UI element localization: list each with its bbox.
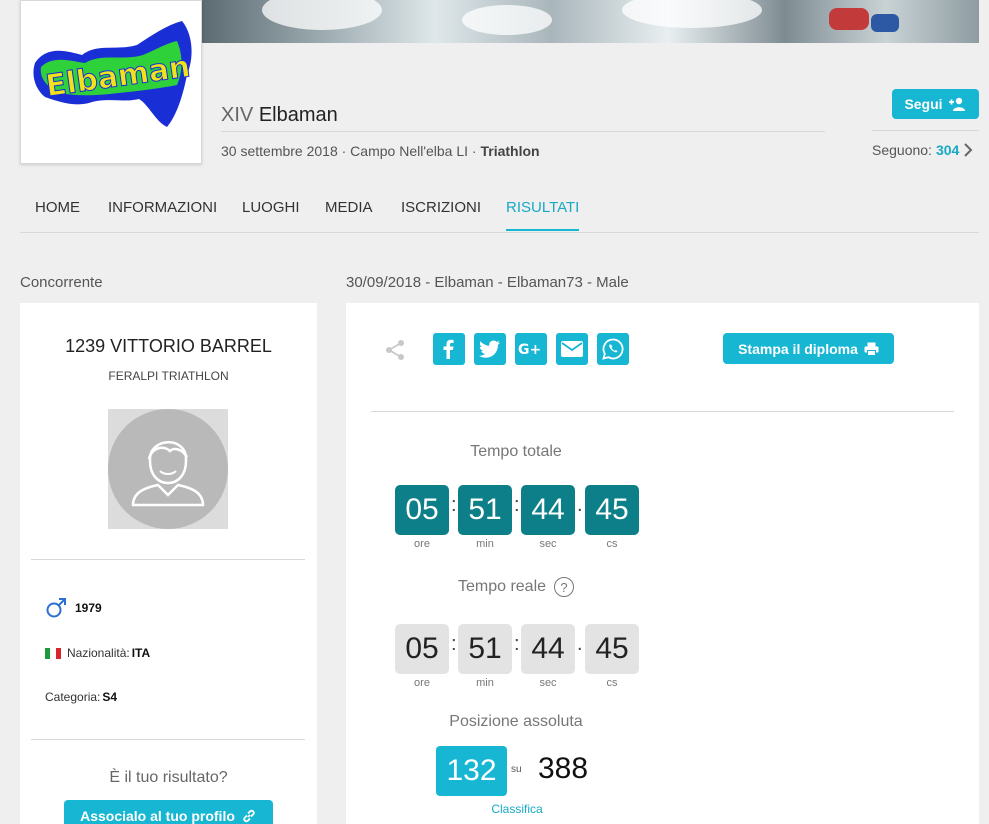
follow-button-label: Segui	[904, 96, 943, 112]
follow-button[interactable]: Segui	[892, 89, 979, 119]
nationality-value: ITA	[131, 646, 151, 660]
event-sport: Triathlon	[480, 143, 540, 159]
event-nav: HOME INFORMAZIONI LUOGHI MEDIA ISCRIZION…	[20, 185, 979, 233]
facebook-share-button[interactable]	[433, 333, 465, 365]
total-time-label: Tempo totale	[346, 443, 686, 461]
followers-count: 304	[935, 142, 960, 158]
add-person-icon	[948, 97, 965, 111]
unit-label: cs	[606, 538, 618, 550]
real-time-centiseconds: 45	[585, 624, 639, 674]
tab-iscrizioni[interactable]: ISCRIZIONI	[401, 199, 481, 229]
associate-profile-button[interactable]: Associalo al tuo profilo	[64, 800, 273, 824]
event-meta: 30 settembre 2018 · Campo Nell'elba LI ·…	[221, 143, 540, 159]
share-icon[interactable]	[384, 339, 406, 361]
unit-label: ore	[414, 538, 430, 550]
email-icon	[561, 341, 583, 357]
unit-label: sec	[539, 677, 557, 689]
tab-risultati[interactable]: RISULTATI	[506, 199, 580, 231]
birth-year: 1979	[75, 601, 102, 615]
position-rank: 132	[436, 746, 507, 796]
separator: :	[514, 494, 520, 516]
real-time-label: Tempo reale ?	[346, 577, 686, 597]
user-avatar-icon	[131, 441, 205, 507]
position-su: su	[511, 764, 522, 775]
event-date-location: 30 settembre 2018 · Campo Nell'elba LI ·	[221, 143, 477, 159]
real-time-seconds: 44	[521, 624, 575, 674]
divider	[221, 131, 825, 132]
separator: :	[451, 633, 457, 655]
nationality-label: Nazionalità:	[67, 646, 130, 660]
total-time-centiseconds: 45	[585, 485, 639, 535]
tab-informazioni[interactable]: INFORMAZIONI	[108, 199, 217, 229]
followers-label: Seguono:	[872, 142, 932, 158]
avatar	[108, 409, 228, 529]
total-time-seconds: 44	[521, 485, 575, 535]
total-time-hours: 05	[395, 485, 449, 535]
position-label-text: Posizione assoluta	[449, 713, 583, 730]
unit-label: ore	[414, 677, 430, 689]
print-diploma-label: Stampa il diploma	[738, 340, 858, 357]
separator: :	[514, 633, 520, 655]
real-time-minutes: 51	[458, 624, 512, 674]
ranking-link[interactable]: Classifica	[436, 802, 598, 816]
printer-icon	[864, 342, 879, 356]
event-cover-image	[202, 0, 979, 43]
male-icon	[46, 598, 66, 618]
email-share-button[interactable]	[556, 333, 588, 365]
twitter-icon	[479, 340, 500, 358]
chevron-right-icon	[964, 143, 973, 157]
athlete-name: 1239 VITTORIO BARREL	[65, 336, 272, 356]
divider	[31, 559, 305, 560]
print-diploma-button[interactable]: Stampa il diploma	[723, 333, 894, 364]
tab-home[interactable]: HOME	[35, 199, 80, 229]
total-time-label-text: Tempo totale	[470, 443, 562, 460]
nationality-row: Nazionalità: ITA	[45, 646, 150, 660]
divider	[371, 411, 954, 412]
real-time-label-text: Tempo reale	[457, 578, 547, 595]
competitor-card: 1239 VITTORIO BARREL FERALPI TRIATHLON 1…	[20, 303, 317, 824]
athlete-team: FERALPI TRIATHLON	[108, 369, 229, 383]
claim-question: È il tuo risultato?	[109, 769, 228, 786]
divider	[872, 130, 979, 131]
real-time-hours: 05	[395, 624, 449, 674]
position-total: 388	[538, 752, 589, 785]
italy-flag-icon	[45, 647, 61, 659]
help-icon[interactable]: ?	[554, 577, 575, 597]
category-label: Categoria:	[45, 690, 101, 704]
tab-media[interactable]: MEDIA	[325, 199, 373, 229]
unit-label: min	[476, 677, 494, 689]
result-card: G+ Stampa il diploma Tempo totale 05 : 5…	[346, 303, 979, 824]
google-plus-icon: G+	[518, 342, 541, 357]
unit-label: cs	[606, 677, 618, 689]
total-time-minutes: 51	[458, 485, 512, 535]
associate-button-label: Associalo al tuo profilo	[80, 808, 235, 824]
separator: .	[577, 494, 583, 516]
link-icon	[243, 809, 255, 823]
unit-label: sec	[539, 538, 557, 550]
separator: :	[451, 494, 457, 516]
category-row: Categoria: S4	[45, 690, 117, 704]
whatsapp-icon	[602, 338, 624, 360]
whatsapp-share-button[interactable]	[597, 333, 629, 365]
tab-luoghi[interactable]: LUOGHI	[242, 199, 300, 229]
followers-link[interactable]: Seguono: 304	[872, 142, 973, 158]
category-value: S4	[102, 690, 118, 704]
event-edition: XIV	[221, 104, 254, 126]
divider	[31, 739, 305, 740]
separator: .	[577, 633, 583, 655]
event-logo: Elbaman	[20, 0, 202, 164]
result-section-label: 30/09/2018 - Elbaman - Elbaman73 - Male	[346, 274, 629, 291]
google-plus-share-button[interactable]: G+	[515, 333, 547, 365]
unit-label: min	[476, 538, 494, 550]
event-title: XIV Elbaman	[221, 104, 338, 127]
svg-text:G+: G+	[518, 342, 541, 357]
facebook-icon	[443, 339, 454, 359]
twitter-share-button[interactable]	[474, 333, 506, 365]
competitor-section-label: Concorrente	[20, 274, 103, 291]
birth-year-row: 1979	[45, 597, 102, 619]
event-name: Elbaman	[258, 104, 338, 126]
position-label: Posizione assoluta	[346, 713, 686, 731]
